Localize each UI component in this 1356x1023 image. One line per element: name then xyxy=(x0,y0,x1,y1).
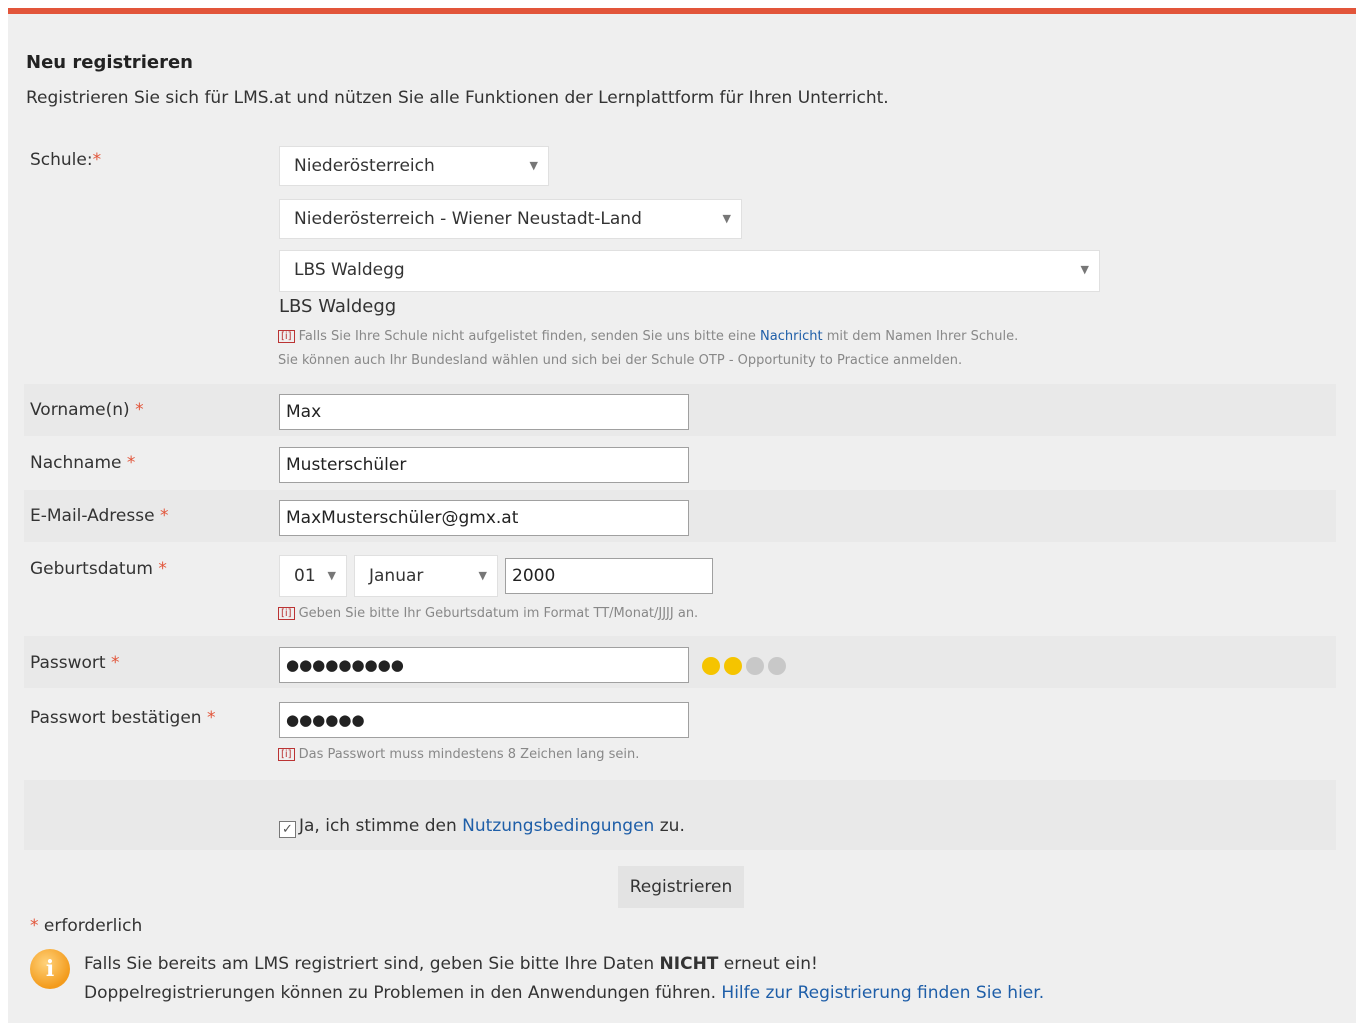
birthdate-label-text: Geburtsdatum xyxy=(30,559,153,579)
firstname-label-text: Vorname(n) xyxy=(30,400,130,420)
password-hint-text: Das Passwort muss mindestens 8 Zeichen l… xyxy=(298,747,640,762)
terms-checkbox[interactable]: ✓ xyxy=(279,821,296,838)
info-icon: [i] xyxy=(278,330,295,343)
birthdate-hint: [i] Geben Sie bitte Ihr Geburtsdatum im F… xyxy=(278,606,698,621)
password-strength-indicator xyxy=(702,657,786,675)
state-select[interactable]: Niederösterreich ▼ xyxy=(279,146,549,186)
terms-text-end: zu. xyxy=(654,816,685,836)
chevron-down-icon: ▼ xyxy=(478,569,487,582)
required-marker: * xyxy=(92,150,102,170)
lastname-label: Nachname * xyxy=(30,453,135,473)
notice-line1: Falls Sie bereits am LMS registriert sin… xyxy=(84,954,818,974)
school-label: Schule:* xyxy=(30,150,101,170)
password-hint: [i] Das Passwort muss mindestens 8 Zeiche… xyxy=(278,747,639,762)
chevron-down-icon: ▼ xyxy=(327,569,336,582)
page-title: Neu registrieren xyxy=(26,52,193,73)
school-select[interactable]: LBS Waldegg ▼ xyxy=(279,250,1100,292)
required-marker: * xyxy=(135,400,144,420)
strength-dot-icon xyxy=(702,657,720,675)
strength-dot-icon xyxy=(746,657,764,675)
strength-dot-icon xyxy=(768,657,786,675)
birth-month-select[interactable]: Januar ▼ xyxy=(354,555,498,597)
message-link[interactable]: Nachricht xyxy=(760,329,823,344)
district-select-value: Niederösterreich - Wiener Neustadt-Land xyxy=(294,209,642,229)
registration-help-link[interactable]: Hilfe zur Registrierung finden Sie hier. xyxy=(721,983,1044,1003)
district-select[interactable]: Niederösterreich - Wiener Neustadt-Land … xyxy=(279,199,742,239)
birth-month-value: Januar xyxy=(369,566,424,586)
notice-text: Falls Sie bereits am LMS registriert sin… xyxy=(84,954,660,974)
password-label-text: Passwort xyxy=(30,653,106,673)
notice-text-end: erneut ein! xyxy=(718,954,818,974)
email-input[interactable]: MaxMusterschüler@gmx.at xyxy=(279,500,689,536)
required-note: * erforderlich xyxy=(30,916,142,936)
required-marker: * xyxy=(159,506,169,526)
required-note-text: erforderlich xyxy=(43,916,143,936)
birth-day-value: 01 xyxy=(294,566,316,586)
required-marker: * xyxy=(126,453,136,473)
email-label: E-Mail-Adresse * xyxy=(30,506,168,526)
password-confirm-label: Passwort bestätigen * xyxy=(30,708,216,728)
birth-year-input[interactable]: 2000 xyxy=(505,558,713,594)
state-select-value: Niederösterreich xyxy=(294,156,435,176)
required-marker: * xyxy=(158,559,167,579)
chevron-down-icon: ▼ xyxy=(722,212,731,225)
birth-day-select[interactable]: 01 ▼ xyxy=(279,555,347,597)
school-hint-line2: Sie können auch Ihr Bundesland wählen un… xyxy=(278,353,963,368)
lastname-input[interactable]: Musterschüler xyxy=(279,447,689,483)
school-hint-text: Falls Sie Ihre Schule nicht aufgelistet … xyxy=(298,329,761,344)
required-marker: * xyxy=(207,708,216,728)
notice-text-2: Doppelregistrierungen können zu Probleme… xyxy=(84,983,722,1003)
info-icon: i xyxy=(30,949,70,989)
password-input[interactable]: ●●●●●●●●● xyxy=(279,647,689,683)
notice-line2: Doppelregistrierungen können zu Probleme… xyxy=(84,983,1044,1003)
chevron-down-icon: ▼ xyxy=(1080,263,1089,276)
strength-dot-icon xyxy=(724,657,742,675)
school-hint-line1: [i] Falls Sie Ihre Schule nicht aufgelist… xyxy=(278,329,1018,344)
notice-bold: NICHT xyxy=(659,954,719,974)
school-label-text: Schule: xyxy=(30,150,93,170)
terms-row: ✓ Ja, ich stimme den Nutzungsbedingungen … xyxy=(279,816,685,838)
chevron-down-icon: ▼ xyxy=(529,159,538,172)
password-label: Passwort * xyxy=(30,653,120,673)
firstname-label: Vorname(n) * xyxy=(30,400,144,420)
password-confirm-label-text: Passwort bestätigen xyxy=(30,708,202,728)
password-confirm-input[interactable]: ●●●●●● xyxy=(279,702,689,738)
school-select-value: LBS Waldegg xyxy=(294,260,405,280)
selected-school-text: LBS Waldegg xyxy=(279,296,397,317)
required-marker: * xyxy=(111,653,120,673)
firstname-input[interactable]: Max xyxy=(279,394,689,430)
terms-link[interactable]: Nutzungsbedingungen xyxy=(462,816,654,836)
terms-row-bg xyxy=(24,780,1336,850)
register-button[interactable]: Registrieren xyxy=(618,866,744,908)
birthdate-label: Geburtsdatum * xyxy=(30,559,167,579)
info-icon: [i] xyxy=(278,607,295,620)
required-marker: * xyxy=(30,916,39,936)
school-hint-text-end: mit dem Namen Ihrer Schule. xyxy=(822,329,1019,344)
terms-text: Ja, ich stimme den xyxy=(299,816,463,836)
lastname-label-text: Nachname xyxy=(30,453,122,473)
email-label-text: E-Mail-Adresse xyxy=(30,506,155,526)
page-subtitle: Registrieren Sie sich für LMS.at und nüt… xyxy=(26,88,889,108)
birthdate-hint-text: Geben Sie bitte Ihr Geburtsdatum im Form… xyxy=(298,606,699,621)
info-icon: [i] xyxy=(278,748,295,761)
